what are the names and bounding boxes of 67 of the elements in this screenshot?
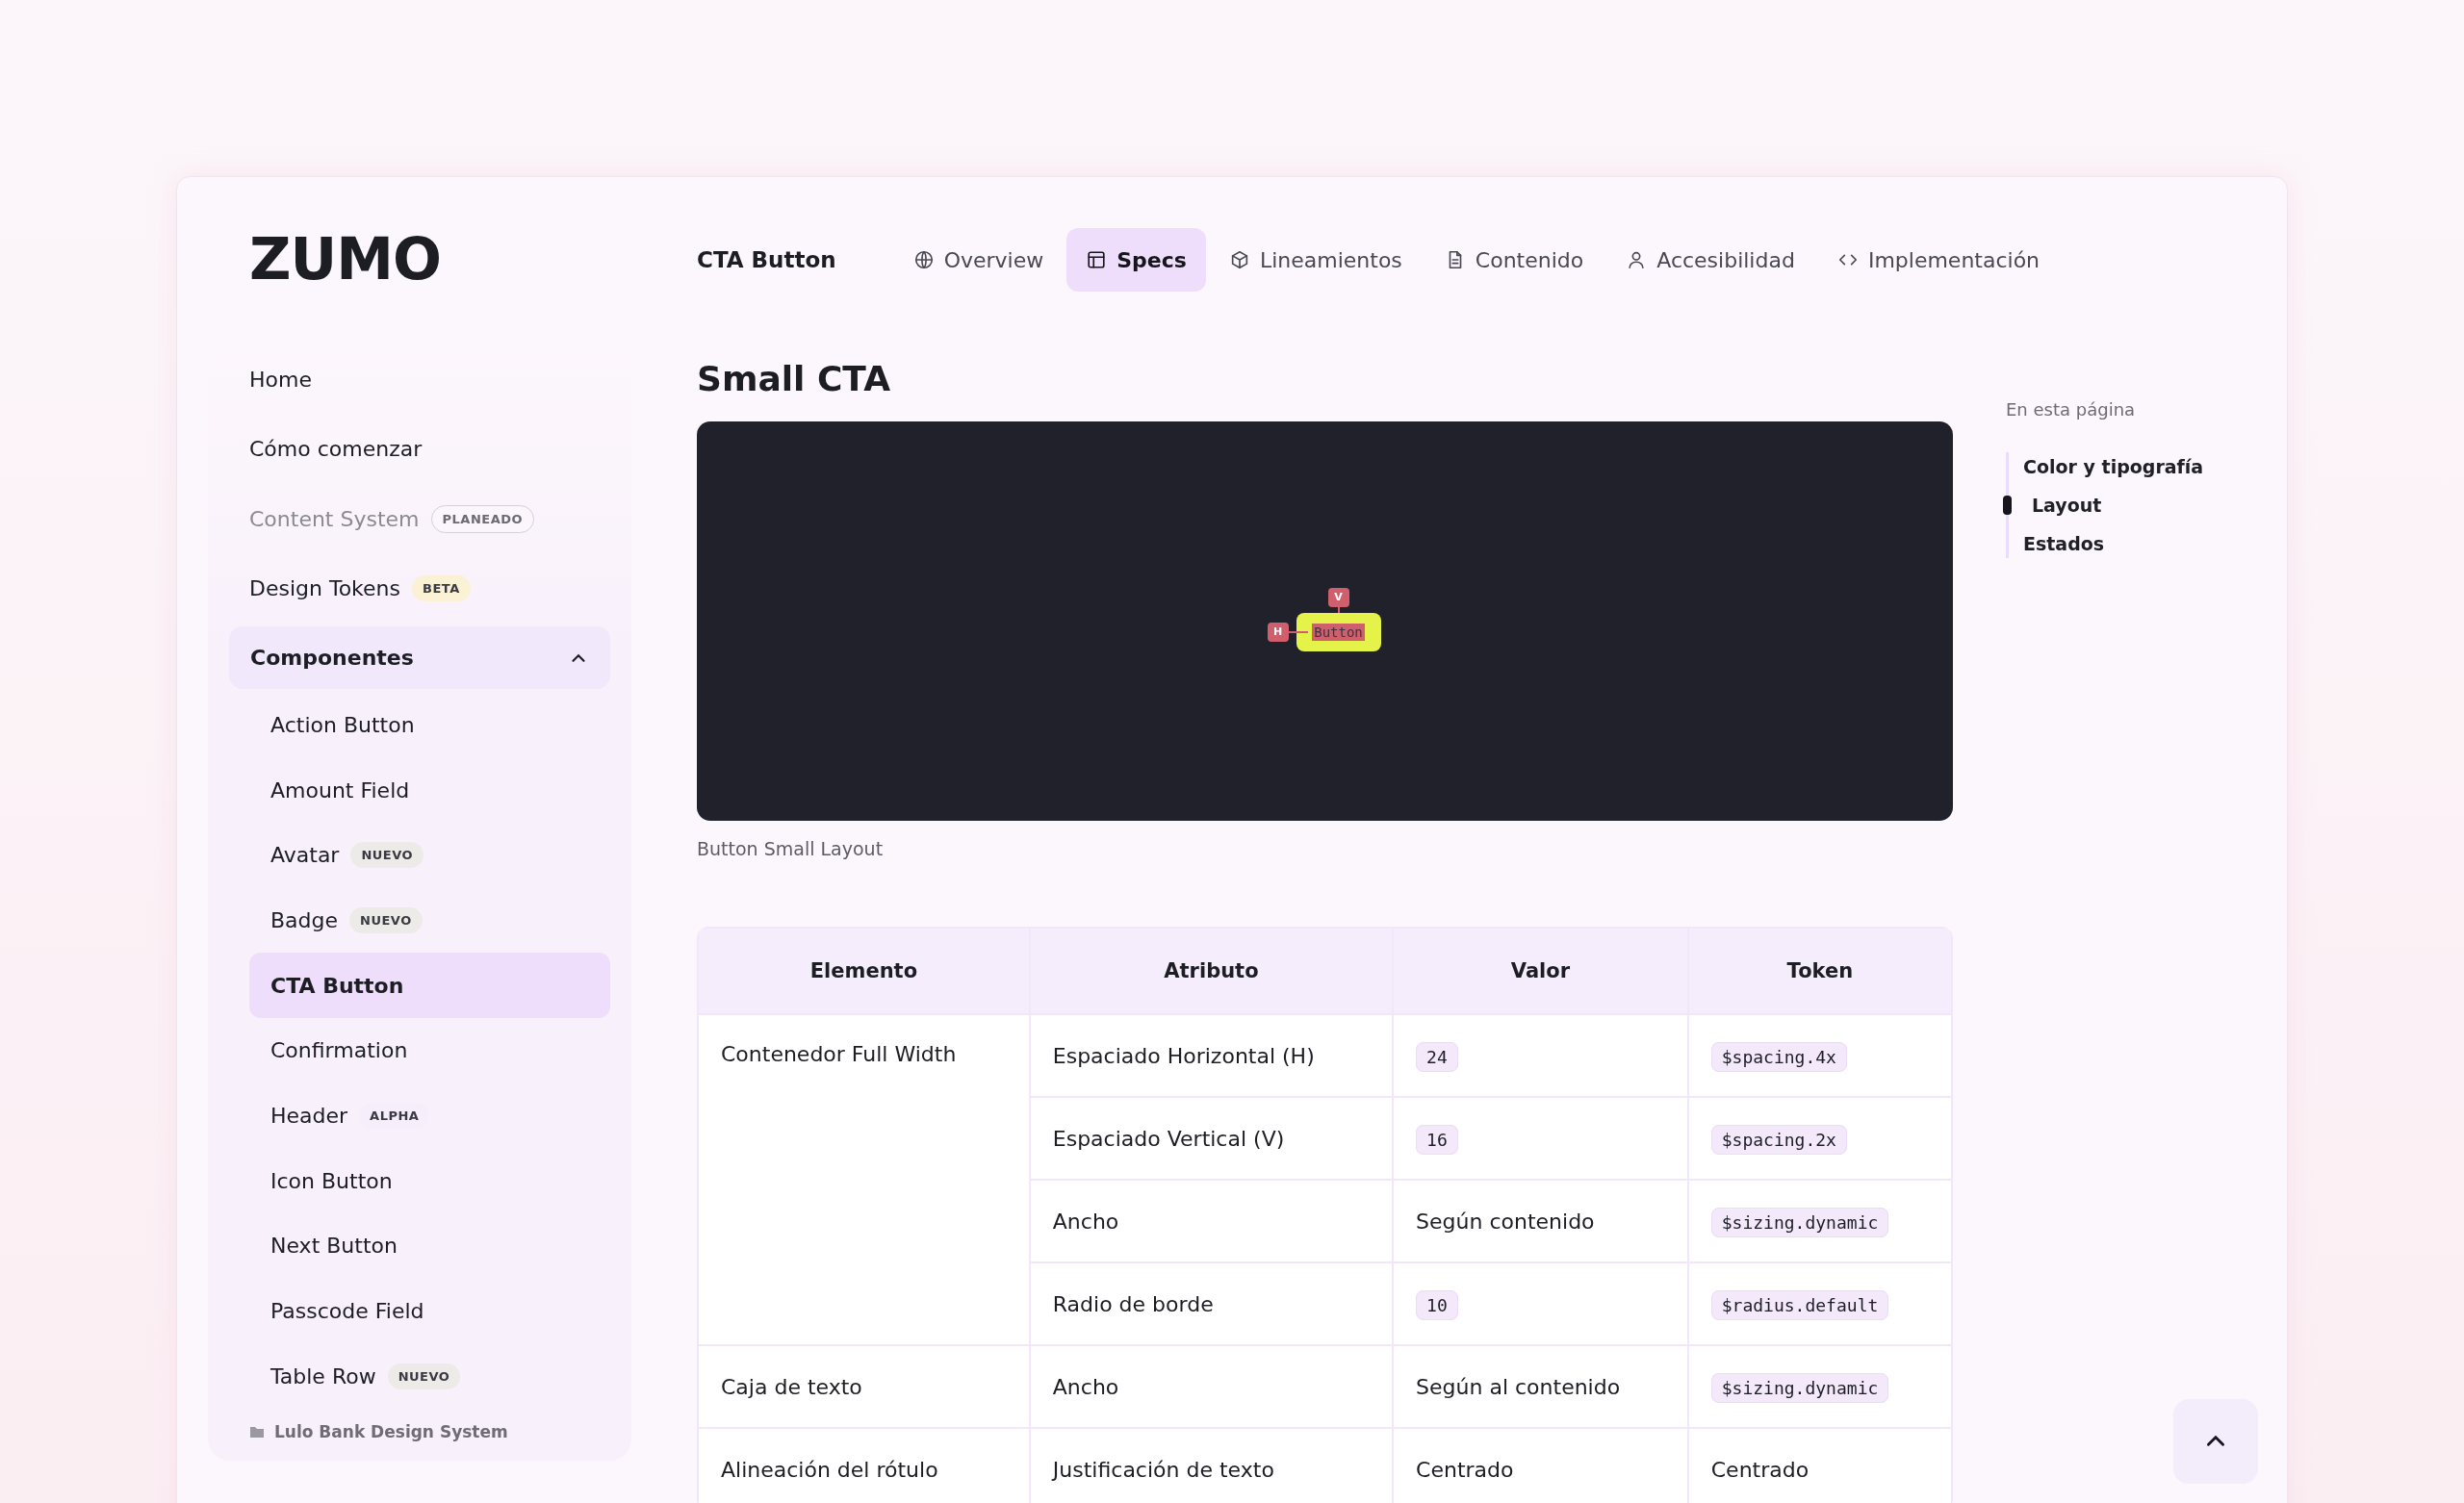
code-token: 10 [1416, 1289, 1458, 1320]
folder-icon [249, 1424, 265, 1440]
tab[interactable]: Specs [1066, 228, 1206, 292]
sidebar-item[interactable]: Amount Field [249, 757, 610, 823]
sidebar-group[interactable]: Componentes [229, 625, 610, 690]
sidebar-item[interactable]: Next Button [249, 1212, 610, 1279]
scroll-top-button[interactable] [2173, 1399, 2258, 1484]
button-preview: Button [1296, 612, 1381, 651]
sidebar-item[interactable]: Avatar NUEVO [249, 822, 610, 888]
column-header: Token [1687, 928, 1952, 1014]
status-badge: BETA [412, 575, 471, 602]
table-cell: Contenedor Full Width [698, 1014, 1030, 1345]
code-token: $radius.default [1710, 1289, 1889, 1320]
code-token: 16 [1416, 1124, 1458, 1155]
table-cell: Espaciado Vertical (V) [1029, 1097, 1394, 1180]
table-cell: Espaciado Horizontal (H) [1029, 1014, 1394, 1097]
sidebar-item[interactable]: Action Button [249, 692, 610, 758]
table-cell: Centrado [1416, 1457, 1514, 1482]
sidebar-item[interactable]: Table Row NUEVO [249, 1343, 610, 1410]
toc-link[interactable]: Layout [2003, 495, 2102, 516]
sidebar-item[interactable]: Home [249, 367, 312, 392]
sidebar-item[interactable]: Badge NUEVO [249, 887, 610, 954]
status-badge: NUEVO [350, 842, 424, 869]
sidebar-item[interactable]: Confirmation [249, 1017, 610, 1083]
table-cell: Radio de borde [1029, 1262, 1394, 1345]
component-title: CTA Button [697, 247, 836, 272]
tab[interactable]: Implementación [1817, 228, 2060, 292]
code-token: $sizing.dynamic [1710, 1372, 1889, 1403]
table-cell: Centrado [1710, 1457, 1810, 1482]
table-cell: Caja de texto [698, 1345, 1030, 1428]
sidebar-item[interactable]: Passcode Field [249, 1278, 610, 1344]
table-cell: Según contenido [1416, 1209, 1595, 1234]
status-badge: PLANEADO [430, 504, 535, 533]
code-token: $spacing.2x [1710, 1124, 1847, 1155]
tab[interactable]: Accesibilidad [1606, 228, 1814, 292]
toc-link[interactable]: Color y tipografía [2003, 456, 2204, 477]
column-header: Valor [1393, 928, 1688, 1014]
globe-icon [912, 249, 935, 270]
status-badge: NUEVO [387, 1363, 461, 1389]
code-token: 24 [1416, 1041, 1458, 1072]
status-badge: NUEVO [349, 906, 423, 933]
sidebar-item[interactable]: Icon Button [249, 1148, 610, 1213]
footer-text: Lulo Bank Design System [274, 1422, 508, 1442]
table-cell: Ancho [1029, 1180, 1394, 1262]
table-cell: Según al contenido [1416, 1374, 1621, 1399]
sidebar-item[interactable]: Cómo comenzar [249, 437, 423, 462]
section-heading: Small CTA [697, 359, 891, 398]
code-token: $spacing.4x [1710, 1041, 1847, 1072]
code-token: $sizing.dynamic [1710, 1207, 1889, 1237]
column-header: Elemento [698, 928, 1030, 1014]
spacing-marker: V [1327, 587, 1349, 607]
sidebar-item[interactable]: Design Tokens [249, 576, 400, 601]
sidebar-item[interactable]: Header ALPHA [249, 1083, 610, 1149]
tab[interactable]: Overview [893, 228, 1064, 292]
column-header: Atributo [1029, 928, 1394, 1014]
toc-title: En esta página [2006, 399, 2137, 420]
layout-icon [1086, 249, 1108, 270]
table-cell: Alineación del rótulo [698, 1428, 1030, 1503]
table-cell: Ancho [1029, 1345, 1394, 1428]
logo[interactable]: ZUMO [208, 177, 631, 312]
tab[interactable]: Lineamientos [1209, 228, 1422, 292]
leader-line [1288, 630, 1308, 633]
spacing-marker: H [1267, 622, 1289, 642]
toc-link[interactable]: Estados [2003, 533, 2105, 554]
sidebar-item[interactable]: CTA Button [249, 953, 610, 1018]
tab[interactable]: Contenido [1424, 228, 1604, 292]
preview-caption: Button Small Layout [697, 838, 885, 859]
